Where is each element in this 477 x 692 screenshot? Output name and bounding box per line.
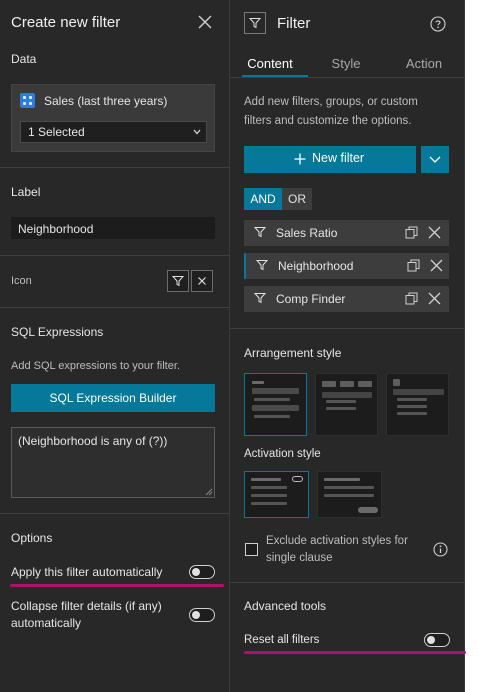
help-icon[interactable] xyxy=(430,16,446,32)
sql-expression-text: (Neighborhood is any of (?)) xyxy=(18,434,168,448)
filter-icon[interactable] xyxy=(167,270,189,292)
close-icon[interactable] xyxy=(430,259,443,272)
filter-icon xyxy=(254,226,266,238)
duplicate-icon[interactable] xyxy=(405,292,418,305)
activation-option-button[interactable] xyxy=(317,471,382,518)
reset-filters-label: Reset all filters xyxy=(244,634,320,646)
exclude-label-line1: Exclude activation styles for xyxy=(266,535,408,547)
data-source-box: Sales (last three years) 1 Selected xyxy=(11,84,215,152)
options-section-title: Options xyxy=(11,531,53,545)
close-icon[interactable] xyxy=(198,15,212,29)
icon-section-title: Icon xyxy=(11,275,32,287)
select-value: 1 Selected xyxy=(28,125,85,139)
create-filter-panel: Create new filter Data Sales (last three… xyxy=(0,0,230,692)
chevron-down-icon xyxy=(193,129,201,135)
info-icon[interactable] xyxy=(433,542,448,557)
divider xyxy=(0,255,230,256)
reset-filters-toggle[interactable] xyxy=(424,633,450,647)
arrangement-option-block[interactable] xyxy=(244,373,307,436)
tab-divider xyxy=(230,77,465,78)
sql-expression-textarea[interactable]: (Neighborhood is any of (?)) xyxy=(11,427,215,498)
chevron-down-icon xyxy=(429,156,441,164)
new-filter-label: New filter xyxy=(312,151,365,165)
sql-expression-builder-button[interactable]: SQL Expression Builder xyxy=(11,384,215,412)
apply-auto-label: Apply this filter automatically xyxy=(11,565,163,579)
tab-style[interactable]: Style xyxy=(318,54,374,76)
collapse-auto-toggle[interactable] xyxy=(189,608,215,622)
plus-icon xyxy=(294,153,306,165)
divider xyxy=(0,513,230,514)
filter-row-label: Comp Finder xyxy=(276,292,346,306)
new-filter-button[interactable]: New filter xyxy=(244,146,416,173)
sql-section-title: SQL Expressions xyxy=(11,325,104,339)
filter-icon xyxy=(256,259,268,271)
filter-row-comp-finder[interactable]: Comp Finder xyxy=(244,286,449,312)
label-input[interactable]: Neighborhood xyxy=(11,217,215,239)
new-filter-options-button[interactable] xyxy=(421,146,449,173)
apply-auto-toggle[interactable] xyxy=(189,565,215,579)
filter-row-label: Neighborhood xyxy=(278,259,354,273)
activation-style-title: Activation style xyxy=(244,448,321,460)
tab-content[interactable]: Content xyxy=(240,54,300,76)
divider xyxy=(0,167,230,168)
layer-icon xyxy=(20,93,35,108)
highlight-underline xyxy=(10,584,224,587)
filter-settings-panel: Filter Content Style Action Add new filt… xyxy=(230,0,466,692)
arrangement-style-title: Arrangement style xyxy=(244,346,342,360)
panel-title: Create new filter xyxy=(11,14,121,31)
label-input-value: Neighborhood xyxy=(18,222,94,236)
divider xyxy=(0,307,230,308)
activation-option-toggle[interactable] xyxy=(244,471,309,518)
close-icon[interactable] xyxy=(428,226,441,239)
logic-or-button[interactable]: OR xyxy=(282,188,312,210)
filter-icon xyxy=(244,12,266,34)
label-section-title: Label xyxy=(11,185,41,199)
divider xyxy=(230,582,465,583)
filter-row-label: Sales Ratio xyxy=(276,226,338,240)
logic-and-button[interactable]: AND xyxy=(244,188,282,210)
content-description-line1: Add new filters, groups, or custom xyxy=(244,96,418,108)
clear-icon-button[interactable] xyxy=(191,270,213,292)
widget-title: Filter xyxy=(277,15,311,32)
data-source-name: Sales (last three years) xyxy=(44,94,168,108)
divider xyxy=(230,328,465,329)
content-description-line2: filters and customize the options. xyxy=(244,115,412,127)
sql-description: Add SQL expressions to your filter. xyxy=(11,360,180,372)
advanced-tools-title: Advanced tools xyxy=(244,599,327,613)
collapse-label-line1: Collapse filter details (if any) xyxy=(11,599,162,613)
filter-row-neighborhood[interactable]: Neighborhood xyxy=(244,253,449,279)
data-view-select[interactable]: 1 Selected xyxy=(20,121,207,143)
exclude-activation-checkbox[interactable] xyxy=(245,543,258,556)
collapse-label-line2: automatically xyxy=(11,616,82,630)
exclude-label-line2: single clause xyxy=(266,552,333,564)
filter-row-sales-ratio[interactable]: Sales Ratio xyxy=(244,220,449,246)
resize-handle-icon[interactable] xyxy=(205,488,213,496)
highlight-underline xyxy=(244,651,466,654)
arrangement-option-popper[interactable] xyxy=(386,373,449,436)
data-section-title: Data xyxy=(11,52,37,66)
tab-action[interactable]: Action xyxy=(396,54,452,76)
duplicate-icon[interactable] xyxy=(405,226,418,239)
arrangement-option-inline[interactable] xyxy=(315,373,378,436)
duplicate-icon[interactable] xyxy=(407,259,420,272)
filter-icon xyxy=(254,292,266,304)
close-icon[interactable] xyxy=(428,292,441,305)
